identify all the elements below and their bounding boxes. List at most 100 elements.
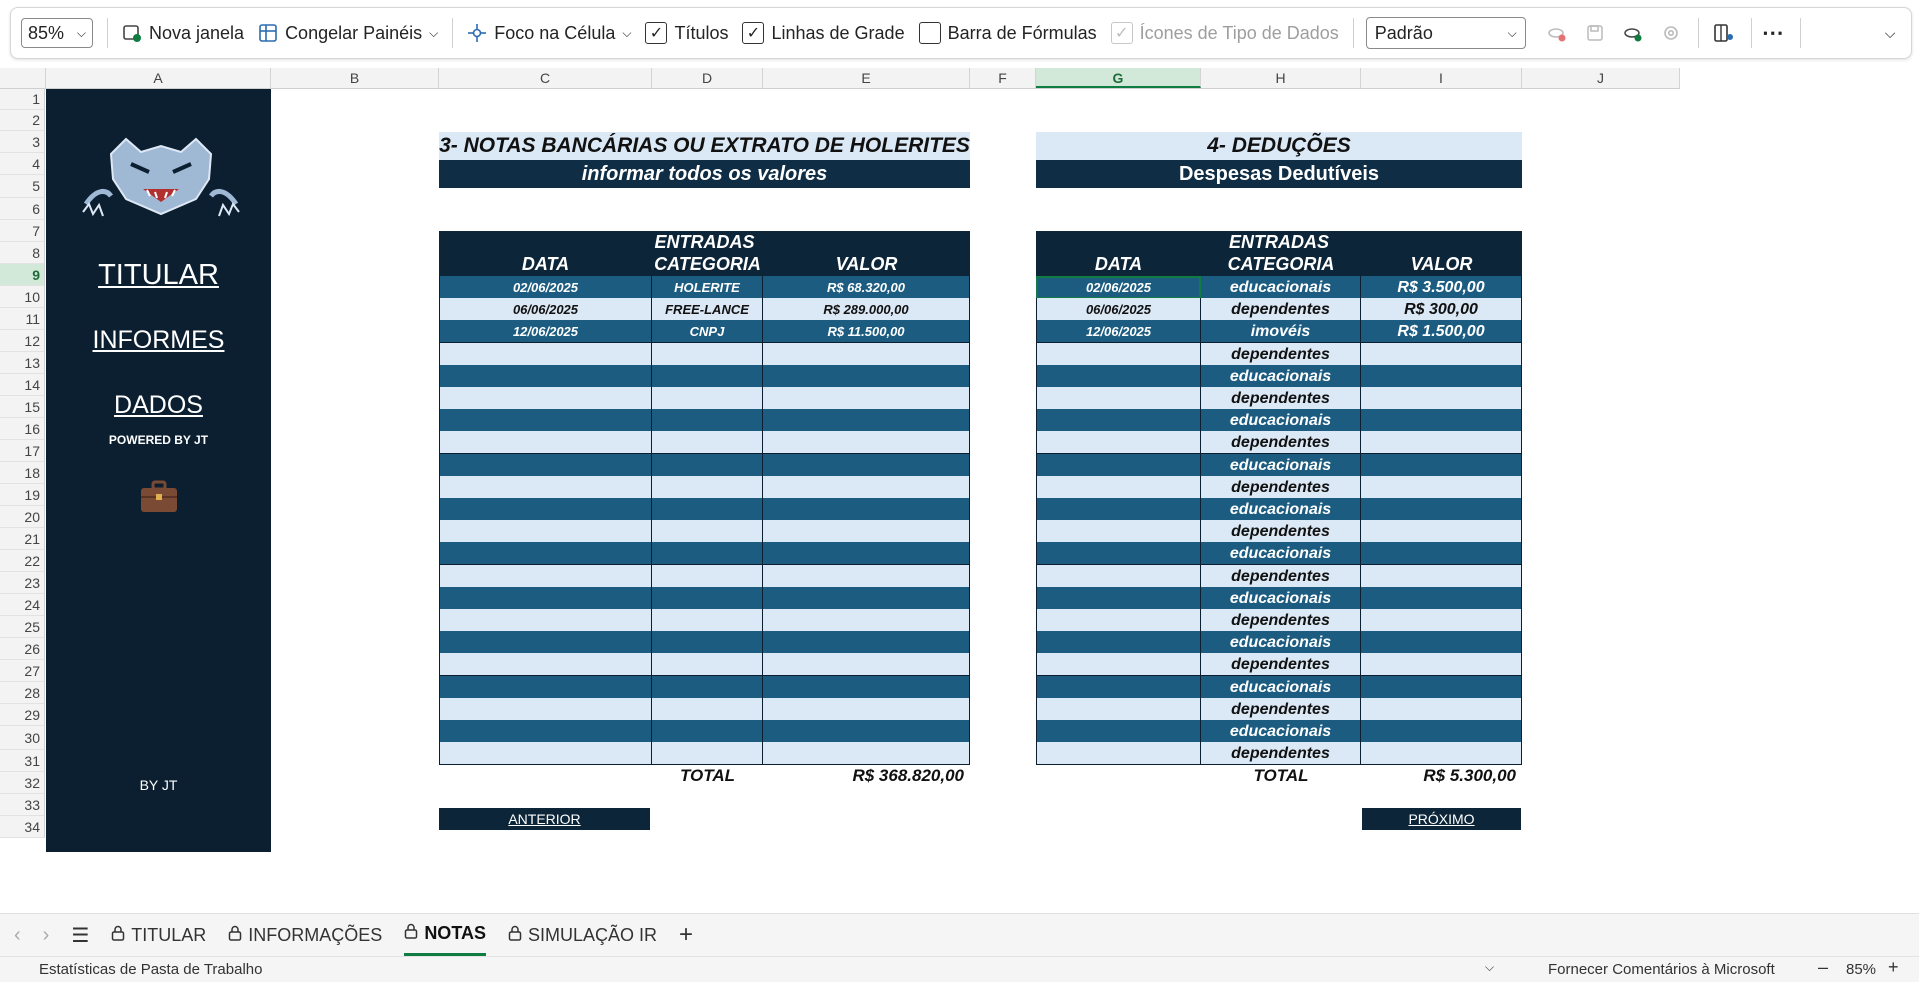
deducoes-cell[interactable]: dependentes <box>1201 431 1361 455</box>
deducoes-cell[interactable] <box>1361 631 1522 655</box>
deducoes-cell[interactable]: dependentes <box>1201 609 1361 632</box>
deducoes-cell[interactable] <box>1361 675 1522 699</box>
deducoes-cell[interactable]: educacionais <box>1201 631 1361 655</box>
cell-style-dropdown[interactable]: Padrão ⌵ <box>1365 17 1526 49</box>
sheet-list-icon[interactable]: ☰ <box>71 923 89 948</box>
notas-cell[interactable] <box>763 675 970 699</box>
notas-cell[interactable] <box>652 720 763 743</box>
titular-link[interactable]: TITULAR <box>46 259 271 292</box>
zoom-out-icon[interactable]: – <box>1818 957 1828 978</box>
notas-cell[interactable] <box>439 609 652 632</box>
notas-cell[interactable]: FREE-LANCE <box>652 298 763 322</box>
deducoes-cell[interactable] <box>1361 364 1522 388</box>
notas-cell[interactable] <box>439 720 652 743</box>
row-header[interactable]: 34 <box>0 816 45 838</box>
column-header-g[interactable]: G <box>1036 68 1201 88</box>
formula-bar-checkbox[interactable]: Barra de Fórmulas <box>918 22 1097 44</box>
sheet-tab[interactable]: TITULAR <box>111 914 206 956</box>
row-header[interactable]: 8 <box>0 242 45 264</box>
deducoes-cell[interactable] <box>1361 609 1522 632</box>
row-header[interactable]: 23 <box>0 572 45 594</box>
notas-cell[interactable] <box>652 453 763 477</box>
data-type-icons-checkbox[interactable]: ✓ Ícones de Tipo de Dados <box>1110 22 1339 44</box>
sheet-tab[interactable]: SIMULAÇÃO IR <box>508 914 657 956</box>
notas-cell[interactable] <box>439 409 652 433</box>
notas-cell[interactable] <box>652 387 763 410</box>
row-header[interactable]: 4 <box>0 153 45 175</box>
deducoes-cell[interactable]: dependentes <box>1201 387 1361 410</box>
deducoes-cell[interactable]: R$ 300,00 <box>1361 298 1522 322</box>
notas-cell[interactable] <box>652 675 763 699</box>
notas-cell[interactable] <box>763 498 970 521</box>
focus-cell-button[interactable]: Foco na Célula ⌵ <box>467 23 631 44</box>
notas-cell[interactable]: 06/06/2025 <box>439 298 652 322</box>
notas-cell[interactable] <box>439 498 652 521</box>
deducoes-cell[interactable]: educacionais <box>1201 498 1361 521</box>
deducoes-cell[interactable] <box>1361 387 1522 410</box>
sheet-view-exit-icon[interactable] <box>1544 20 1570 46</box>
column-header-a[interactable]: A <box>46 68 271 88</box>
notas-cell[interactable] <box>763 364 970 388</box>
deducoes-cell[interactable]: dependentes <box>1201 342 1361 366</box>
notas-cell[interactable]: CNPJ <box>652 320 763 344</box>
deducoes-cell[interactable] <box>1361 564 1522 588</box>
notas-cell[interactable] <box>439 387 652 410</box>
deducoes-cell[interactable]: educacionais <box>1201 409 1361 433</box>
notas-cell[interactable]: 02/06/2025 <box>439 276 652 299</box>
notas-cell[interactable] <box>439 742 652 766</box>
notas-cell[interactable] <box>763 520 970 544</box>
deducoes-cell[interactable] <box>1361 542 1522 566</box>
chevron-down-icon[interactable]: ⌵ <box>1485 960 1494 975</box>
add-sheet-icon[interactable]: + <box>679 921 693 949</box>
deducoes-cell[interactable]: dependentes <box>1201 520 1361 544</box>
save-view-icon[interactable] <box>1582 20 1608 46</box>
notas-cell[interactable]: R$ 289.000,00 <box>763 298 970 322</box>
notas-cell[interactable] <box>652 342 763 366</box>
notas-cell[interactable] <box>763 742 970 766</box>
deducoes-cell[interactable] <box>1361 586 1522 610</box>
headings-checkbox[interactable]: ✓ Títulos <box>645 22 728 44</box>
deducoes-cell[interactable] <box>1036 431 1201 455</box>
deducoes-cell[interactable] <box>1036 586 1201 610</box>
column-header-h[interactable]: H <box>1201 68 1361 88</box>
deducoes-cell[interactable]: dependentes <box>1201 697 1361 721</box>
deducoes-cell[interactable]: R$ 3.500,00 <box>1361 276 1522 299</box>
deducoes-cell[interactable] <box>1361 342 1522 366</box>
notas-cell[interactable] <box>652 542 763 566</box>
notas-cell[interactable] <box>439 520 652 544</box>
deducoes-cell[interactable] <box>1361 697 1522 721</box>
deducoes-cell[interactable] <box>1036 342 1201 366</box>
notas-cell[interactable] <box>763 609 970 632</box>
row-header[interactable]: 26 <box>0 638 45 660</box>
notas-cell[interactable] <box>763 409 970 433</box>
sheet-tab[interactable]: INFORMAÇÕES <box>228 914 382 956</box>
row-header[interactable]: 27 <box>0 660 45 682</box>
deducoes-cell[interactable] <box>1036 720 1201 743</box>
deducoes-cell[interactable] <box>1036 697 1201 721</box>
row-header[interactable]: 7 <box>0 220 45 242</box>
column-header-i[interactable]: I <box>1361 68 1522 88</box>
row-header[interactable]: 13 <box>0 352 45 374</box>
notas-cell[interactable] <box>439 586 652 610</box>
notas-cell[interactable] <box>652 564 763 588</box>
deducoes-cell[interactable] <box>1036 364 1201 388</box>
deducoes-cell[interactable] <box>1036 409 1201 433</box>
deducoes-cell[interactable]: dependentes <box>1201 298 1361 322</box>
notas-cell[interactable] <box>763 720 970 743</box>
notas-cell[interactable] <box>763 586 970 610</box>
row-header[interactable]: 22 <box>0 550 45 572</box>
notas-cell[interactable] <box>652 609 763 632</box>
sheet-tab[interactable]: NOTAS <box>404 914 486 956</box>
deducoes-cell[interactable] <box>1036 653 1201 677</box>
notas-cell[interactable] <box>439 342 652 366</box>
notas-cell[interactable] <box>763 453 970 477</box>
row-header[interactable]: 25 <box>0 616 45 638</box>
deducoes-cell[interactable] <box>1036 475 1201 499</box>
deducoes-cell[interactable] <box>1361 720 1522 743</box>
notas-cell[interactable] <box>652 586 763 610</box>
row-header[interactable]: 19 <box>0 484 45 506</box>
notas-cell[interactable] <box>439 631 652 655</box>
row-header[interactable]: 5 <box>0 175 45 198</box>
notas-cell[interactable] <box>763 564 970 588</box>
proximo-button[interactable]: PRÓXIMO <box>1362 808 1521 830</box>
